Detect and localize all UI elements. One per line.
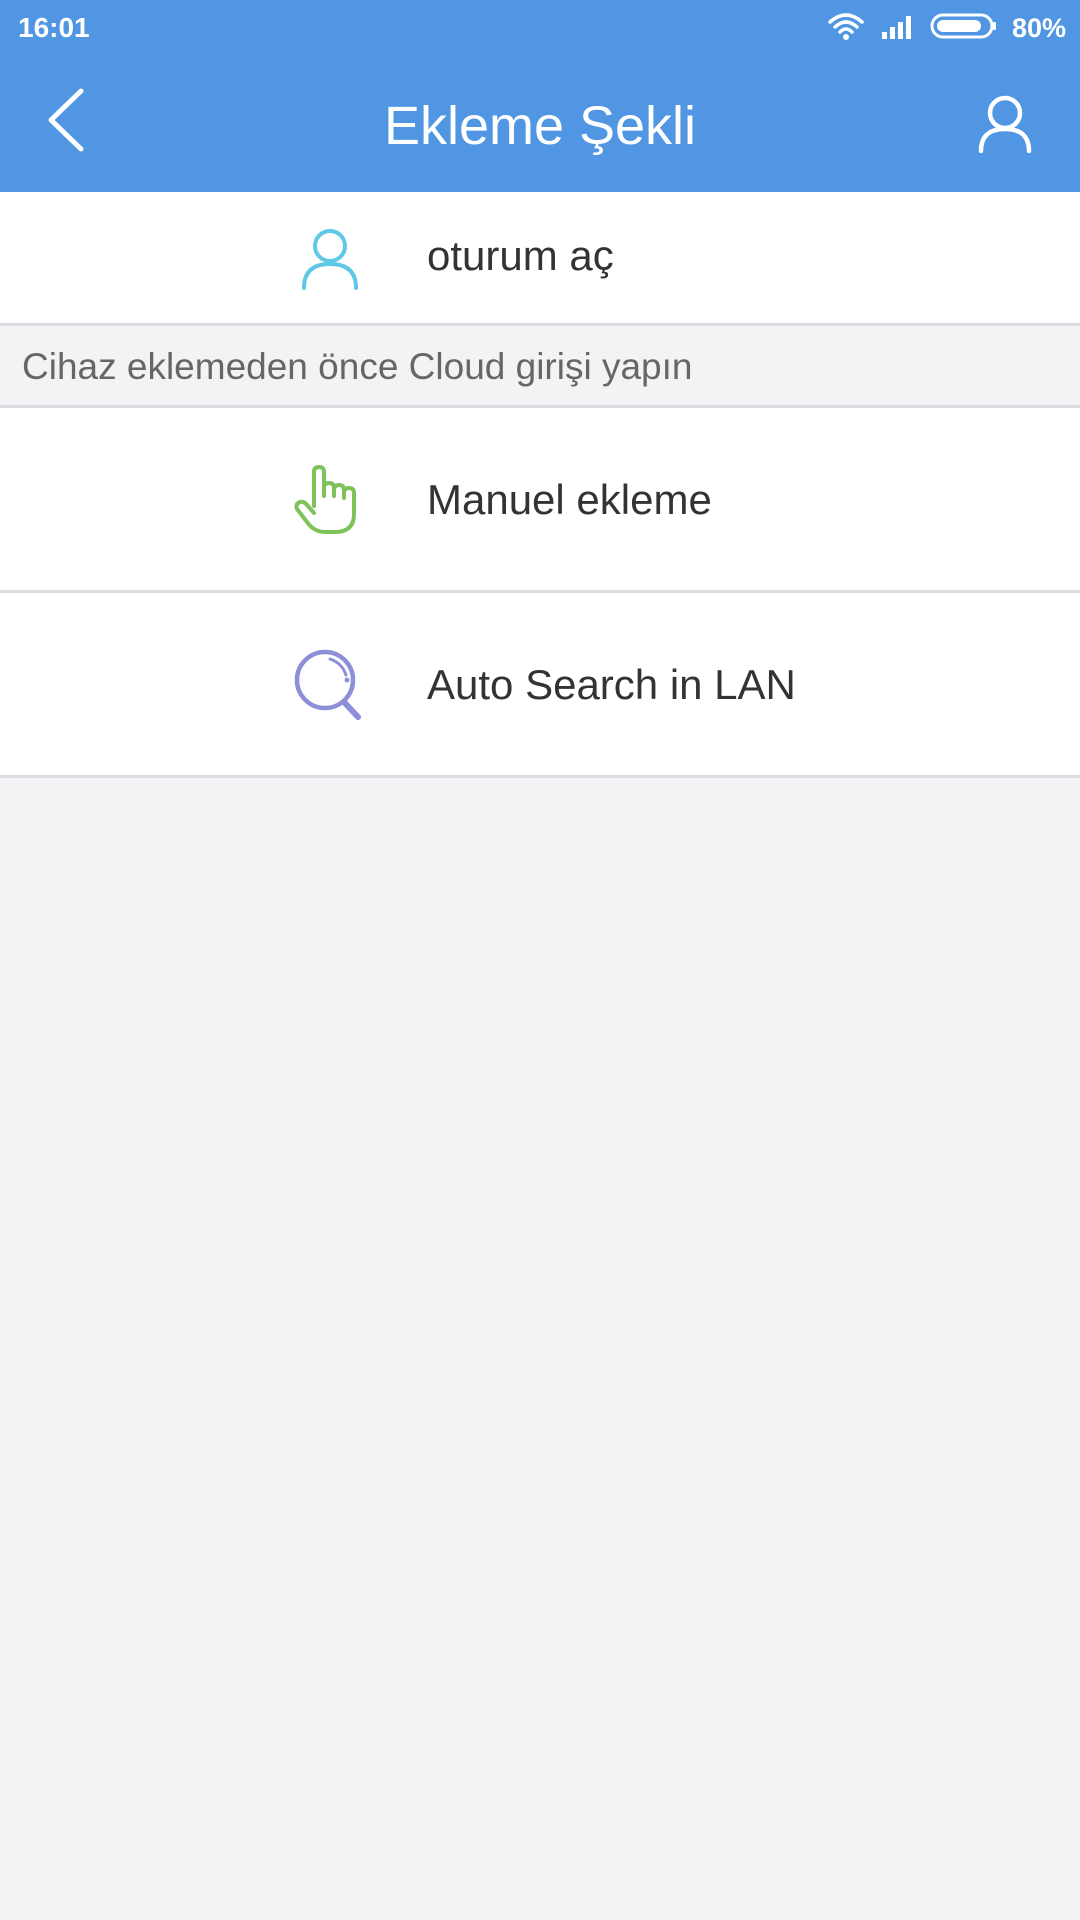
battery-percent: 80% (1011, 12, 1066, 43)
signal-icon (880, 12, 916, 45)
status-time: 16:01 (18, 12, 90, 43)
auto-search-label: Auto Search in LAN (427, 661, 796, 708)
pointing-hand-icon (290, 460, 370, 540)
manual-add-label: Manuel ekleme (427, 476, 712, 523)
login-row[interactable]: oturum aç (0, 192, 1080, 326)
user-icon (977, 93, 1033, 158)
search-icon (290, 645, 370, 725)
login-hint-text: Cihaz eklemeden önce Cloud girişi yapın (22, 346, 693, 387)
app-header: 16:01 80% Ekleme Şekli (0, 0, 1080, 192)
login-hint: Cihaz eklemeden önce Cloud girişi yapın (0, 326, 1080, 408)
auto-search-row[interactable]: Auto Search in LAN (0, 593, 1080, 778)
user-icon (290, 218, 370, 298)
login-label: oturum aç (427, 232, 614, 279)
manual-add-row[interactable]: Manuel ekleme (0, 408, 1080, 593)
battery-icon (930, 11, 998, 46)
page-title: Ekleme Şekli (383, 96, 697, 156)
wifi-icon (826, 11, 866, 46)
profile-button[interactable] (970, 90, 1040, 160)
status-icons: 80% (826, 10, 1066, 46)
